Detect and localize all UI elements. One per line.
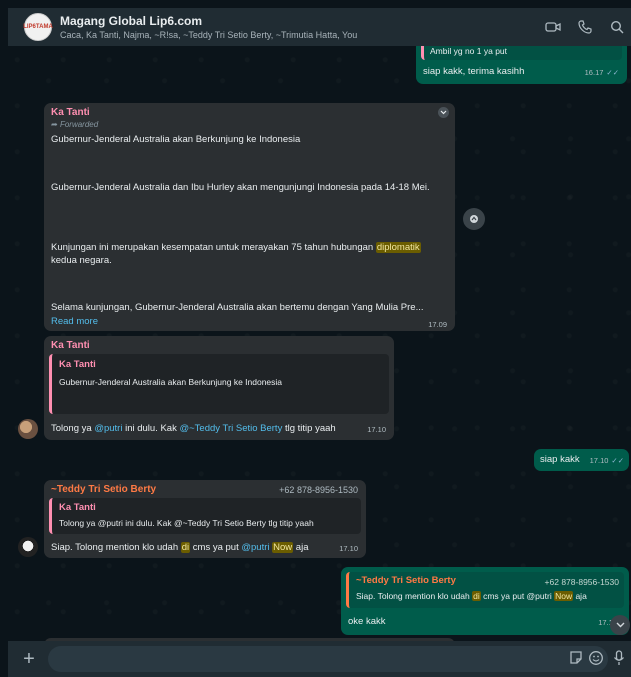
scroll-to-bottom-button[interactable] xyxy=(610,615,630,635)
quoted-text: Gubernur-Jenderal Australia akan Berkunj… xyxy=(59,377,283,387)
group-members: Caca, Ka Tanti, Najma, ~R!sa, ~Teddy Tri… xyxy=(60,29,358,40)
forward-icon xyxy=(470,215,478,223)
message-paragraph: Gubernur-Jenderal Australia dan Ibu Hurl… xyxy=(51,182,430,193)
mention-putri[interactable]: @putri xyxy=(241,542,269,553)
sender-name[interactable]: Ka Tanti xyxy=(51,107,90,118)
search-highlight: di xyxy=(472,591,481,601)
read-receipt-icon: ✓✓ xyxy=(606,68,619,77)
chat-header-info[interactable]: Magang Global Lip6.com Caca, Ka Tanti, N… xyxy=(60,14,545,41)
quoted-text: Ambil yg no 1 ya put xyxy=(430,46,508,56)
search-icon[interactable] xyxy=(609,19,625,35)
message-list[interactable]: Ambil yg no 1 ya put siap kakk, terima k… xyxy=(8,46,631,641)
sender-avatar[interactable] xyxy=(18,419,38,439)
quoted-sender: ~Teddy Tri Setio Berty xyxy=(356,575,456,586)
quoted-message[interactable]: Ka Tanti Gubernur-Jenderal Australia aka… xyxy=(49,354,389,414)
sender-phone: +62 878-8956-1530 xyxy=(279,485,358,495)
group-name: Magang Global Lip6.com xyxy=(60,13,203,28)
message-time: 17.10 xyxy=(367,425,386,434)
message-text: siap kakk, terima kasihh xyxy=(423,66,525,77)
forward-icon: ➦ xyxy=(51,120,60,129)
quoted-text: Siap. Tolong mention klo udah di cms ya … xyxy=(356,591,587,601)
message-paragraph: Selama kunjungan, Gubernur-Jenderal Aust… xyxy=(51,302,424,313)
message-text: Tolong ya @putri ini dulu. Kak @~Teddy T… xyxy=(51,423,336,434)
message-bubble-outgoing[interactable]: ~Teddy Tri Setio Berty +62 878-8956-1530… xyxy=(341,567,629,635)
quoted-sender: Ka Tanti xyxy=(59,359,96,370)
quoted-message[interactable]: ~Teddy Tri Setio Berty +62 878-8956-1530… xyxy=(346,572,624,608)
search-highlight: Now xyxy=(554,591,574,601)
microphone-icon[interactable] xyxy=(613,650,631,668)
message-time: 17.10 ✓✓ xyxy=(589,456,624,465)
attach-button[interactable]: + xyxy=(16,648,42,671)
message-text: oke kakk xyxy=(348,616,386,627)
search-highlight: Now xyxy=(272,542,294,553)
voice-call-icon[interactable] xyxy=(577,19,593,35)
message-bubble-outgoing[interactable]: Ambil yg no 1 ya put siap kakk, terima k… xyxy=(416,46,627,84)
quoted-message[interactable]: Ambil yg no 1 ya put xyxy=(421,46,622,60)
video-call-icon[interactable] xyxy=(545,19,561,35)
message-paragraph: Gubernur-Jenderal Australia akan Berkunj… xyxy=(51,134,301,145)
chat-header[interactable]: LIP6TAMA Magang Global Lip6.com Caca, Ka… xyxy=(8,8,631,46)
quoted-sender: Ka Tanti xyxy=(59,502,96,513)
mention-teddy[interactable]: @~Teddy Tri Setio Berty xyxy=(179,423,282,434)
message-paragraph: Kunjungan ini merupakan kesempatan untuk… xyxy=(51,242,421,266)
message-bubble-outgoing[interactable]: siap kakk 17.10 ✓✓ xyxy=(534,449,629,471)
chevron-down-icon xyxy=(616,622,624,628)
chevron-down-icon[interactable] xyxy=(438,107,449,118)
emoji-icon[interactable] xyxy=(588,650,606,668)
sticker-icon[interactable] xyxy=(568,650,586,668)
mention-putri[interactable]: @putri xyxy=(94,423,122,434)
group-avatar[interactable]: LIP6TAMA xyxy=(23,13,53,41)
whatsapp-window: LIP6TAMA Magang Global Lip6.com Caca, Ka… xyxy=(8,8,631,677)
message-time: 17.09 xyxy=(428,320,447,329)
message-text: Siap. Tolong mention klo udah di cms ya … xyxy=(51,542,309,553)
message-time: 17.10 xyxy=(339,544,358,553)
message-bubble-incoming[interactable]: Ka Tanti Ka Tanti Gubernur-Jenderal Aust… xyxy=(44,336,394,440)
message-input[interactable] xyxy=(48,646,608,672)
read-more-link[interactable]: Read more xyxy=(51,316,98,327)
composer-bar: + xyxy=(8,641,631,677)
quoted-message[interactable]: Ka Tanti Tolong ya @putri ini dulu. Kak … xyxy=(49,498,361,534)
search-highlight: diplomatik xyxy=(375,242,421,253)
message-bubble-incoming[interactable]: ~Teddy Tri Setio Berty +62 878-8956-1530… xyxy=(44,480,366,558)
read-receipt-icon: ✓✓ xyxy=(611,456,624,465)
forwarded-label: ➦ Forwarded xyxy=(51,120,99,129)
sender-name[interactable]: ~Teddy Tri Setio Berty xyxy=(51,484,156,495)
forward-shortcut-button[interactable] xyxy=(463,208,485,230)
quoted-phone: +62 878-8956-1530 xyxy=(544,577,619,587)
message-bubble-forwarded[interactable]: Ka Tanti ➦ Forwarded Gubernur-Jenderal A… xyxy=(44,103,455,331)
quoted-text: Tolong ya @putri ini dulu. Kak @~Teddy T… xyxy=(59,518,314,528)
message-time: 16.17 ✓✓ xyxy=(584,68,619,77)
sender-name[interactable]: Ka Tanti xyxy=(51,340,90,351)
search-highlight: di xyxy=(180,542,191,553)
sender-avatar[interactable] xyxy=(18,537,38,557)
message-text: siap kakk xyxy=(540,454,580,465)
